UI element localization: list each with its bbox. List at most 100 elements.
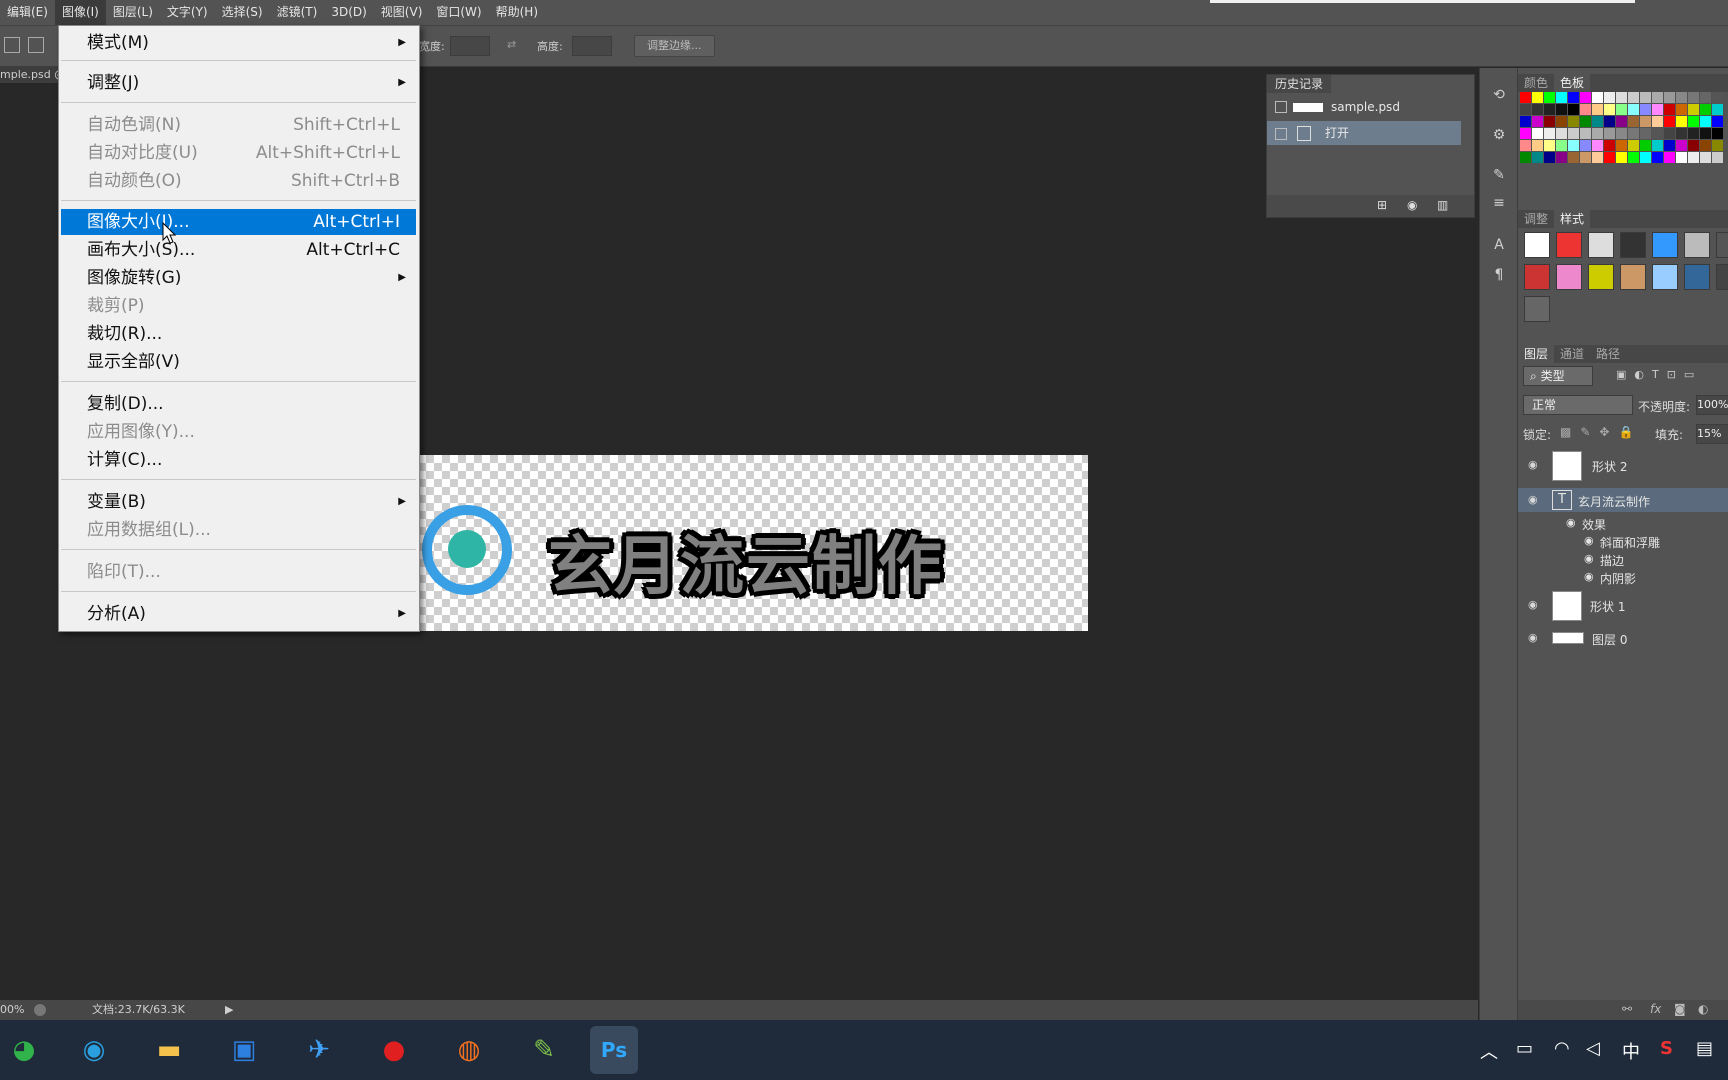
color-swatch[interactable]: [1520, 140, 1531, 151]
notification-icon[interactable]: ▤: [1696, 1038, 1713, 1059]
canvas-image[interactable]: 玄月流云制作: [418, 455, 1088, 631]
style-preset[interactable]: [1556, 232, 1582, 258]
menu-filter[interactable]: 滤镜(T): [270, 0, 325, 25]
blend-mode-select[interactable]: 正常: [1523, 395, 1633, 415]
color-swatch[interactable]: [1628, 140, 1639, 151]
color-swatch[interactable]: [1520, 92, 1531, 103]
color-swatch[interactable]: [1652, 104, 1663, 115]
eye-icon[interactable]: ◉: [1584, 534, 1594, 547]
color-swatch[interactable]: [1652, 140, 1663, 151]
history-snapshot[interactable]: sample.psd: [1267, 95, 1461, 119]
chevron-up-icon[interactable]: ︿: [1480, 1038, 1498, 1064]
color-swatch[interactable]: [1592, 116, 1603, 127]
color-swatch[interactable]: [1592, 104, 1603, 115]
color-swatch[interactable]: [1676, 152, 1687, 163]
tab-color[interactable]: 颜色: [1518, 74, 1554, 92]
color-swatch[interactable]: [1556, 152, 1567, 163]
menu-item-image-size[interactable]: 图像大小(I)... Alt+Ctrl+I: [61, 209, 416, 235]
new-selection-icon[interactable]: [4, 37, 20, 53]
menu-item-trim[interactable]: 裁切(R)...: [61, 321, 416, 347]
character-icon[interactable]: A: [1488, 234, 1510, 256]
color-swatch[interactable]: [1616, 116, 1627, 127]
color-swatch[interactable]: [1640, 104, 1651, 115]
color-swatch[interactable]: [1652, 116, 1663, 127]
eye-icon[interactable]: ◉: [1528, 598, 1538, 611]
color-swatch[interactable]: [1616, 104, 1627, 115]
tool-presets-icon[interactable]: ≡: [1488, 192, 1510, 214]
color-swatch[interactable]: [1532, 104, 1543, 115]
color-swatch[interactable]: [1544, 140, 1555, 151]
color-swatch[interactable]: [1700, 140, 1711, 151]
menu-view[interactable]: 视图(V): [374, 0, 430, 25]
color-swatch[interactable]: [1664, 140, 1675, 151]
menu-item-canvas-size[interactable]: 画布大小(S)... Alt+Ctrl+C: [61, 237, 416, 263]
history-panel-icon[interactable]: ⟲: [1488, 84, 1510, 106]
color-swatch[interactable]: [1568, 140, 1579, 151]
color-swatch[interactable]: [1664, 116, 1675, 127]
color-swatch[interactable]: [1712, 116, 1723, 127]
opacity-field[interactable]: 100%: [1696, 395, 1728, 415]
swatches-grid[interactable]: [1520, 92, 1728, 192]
color-swatch[interactable]: [1556, 128, 1567, 139]
file-explorer-icon[interactable]: ▬: [145, 1026, 193, 1074]
color-swatch[interactable]: [1700, 128, 1711, 139]
menu-item-mode[interactable]: 模式(M) ▶: [61, 30, 416, 56]
tab-layers[interactable]: 图层: [1518, 345, 1555, 363]
color-swatch[interactable]: [1700, 116, 1711, 127]
menu-item-apply-data-set[interactable]: 应用数据组(L)...: [61, 517, 416, 543]
color-swatch[interactable]: [1556, 116, 1567, 127]
menu-item-trap[interactable]: 陷印(T)...: [61, 559, 416, 585]
color-swatch[interactable]: [1580, 128, 1591, 139]
color-swatch[interactable]: [1664, 128, 1675, 139]
color-swatch[interactable]: [1664, 92, 1675, 103]
edge-icon[interactable]: ◉: [70, 1026, 118, 1074]
swap-icon[interactable]: ⇄: [507, 38, 516, 51]
color-swatch[interactable]: [1532, 140, 1543, 151]
mask-icon[interactable]: ◙: [1674, 1002, 1686, 1016]
effect-inner-shadow[interactable]: ◉ 内阴影: [1518, 568, 1728, 586]
menu-3d[interactable]: 3D(D): [324, 0, 373, 25]
color-swatch[interactable]: [1544, 104, 1555, 115]
checkbox-icon[interactable]: [1275, 128, 1287, 140]
color-swatch[interactable]: [1676, 128, 1687, 139]
color-swatch[interactable]: [1664, 152, 1675, 163]
menu-item-adjust[interactable]: 调整(J) ▶: [61, 70, 416, 96]
layer-0[interactable]: ◉ 图层 0: [1518, 626, 1728, 650]
style-preset[interactable]: [1652, 232, 1678, 258]
color-swatch[interactable]: [1640, 140, 1651, 151]
color-swatch[interactable]: [1520, 116, 1531, 127]
color-swatch[interactable]: [1544, 152, 1555, 163]
color-swatch[interactable]: [1688, 116, 1699, 127]
color-swatch[interactable]: [1628, 116, 1639, 127]
color-swatch[interactable]: [1592, 128, 1603, 139]
eye-icon[interactable]: ◉: [1566, 516, 1576, 529]
menu-item-image-rotation[interactable]: 图像旋转(G) ▶: [61, 265, 416, 291]
color-swatch[interactable]: [1604, 92, 1615, 103]
style-preset[interactable]: [1652, 264, 1678, 290]
color-swatch[interactable]: [1688, 92, 1699, 103]
paragraph-icon[interactable]: ¶: [1488, 264, 1510, 286]
color-swatch[interactable]: [1580, 140, 1591, 151]
color-swatch[interactable]: [1580, 152, 1591, 163]
color-swatch[interactable]: [1580, 92, 1591, 103]
style-preset[interactable]: [1524, 296, 1550, 322]
style-preset[interactable]: [1524, 264, 1550, 290]
wifi-icon[interactable]: ◠: [1554, 1038, 1570, 1059]
color-swatch[interactable]: [1568, 152, 1579, 163]
color-swatch[interactable]: [1616, 152, 1627, 163]
layer-filter-select[interactable]: ⌕ 类型: [1523, 366, 1593, 386]
color-swatch[interactable]: [1628, 104, 1639, 115]
layer-filter-icons[interactable]: ▣◐T⊡▭: [1616, 368, 1702, 381]
link-icon[interactable]: ⚯: [1622, 1002, 1632, 1016]
color-swatch[interactable]: [1688, 152, 1699, 163]
volume-icon[interactable]: ◁: [1586, 1038, 1600, 1059]
color-swatch[interactable]: [1640, 152, 1651, 163]
color-swatch[interactable]: [1520, 104, 1531, 115]
menu-window[interactable]: 窗口(W): [429, 0, 488, 25]
style-preset[interactable]: [1684, 232, 1710, 258]
style-preset[interactable]: [1524, 232, 1550, 258]
style-preset[interactable]: [1588, 264, 1614, 290]
camera-icon[interactable]: ◉: [1407, 198, 1417, 212]
wechat-icon[interactable]: ◕: [0, 1026, 48, 1074]
layer-effects[interactable]: ◉ 效果: [1518, 514, 1728, 532]
